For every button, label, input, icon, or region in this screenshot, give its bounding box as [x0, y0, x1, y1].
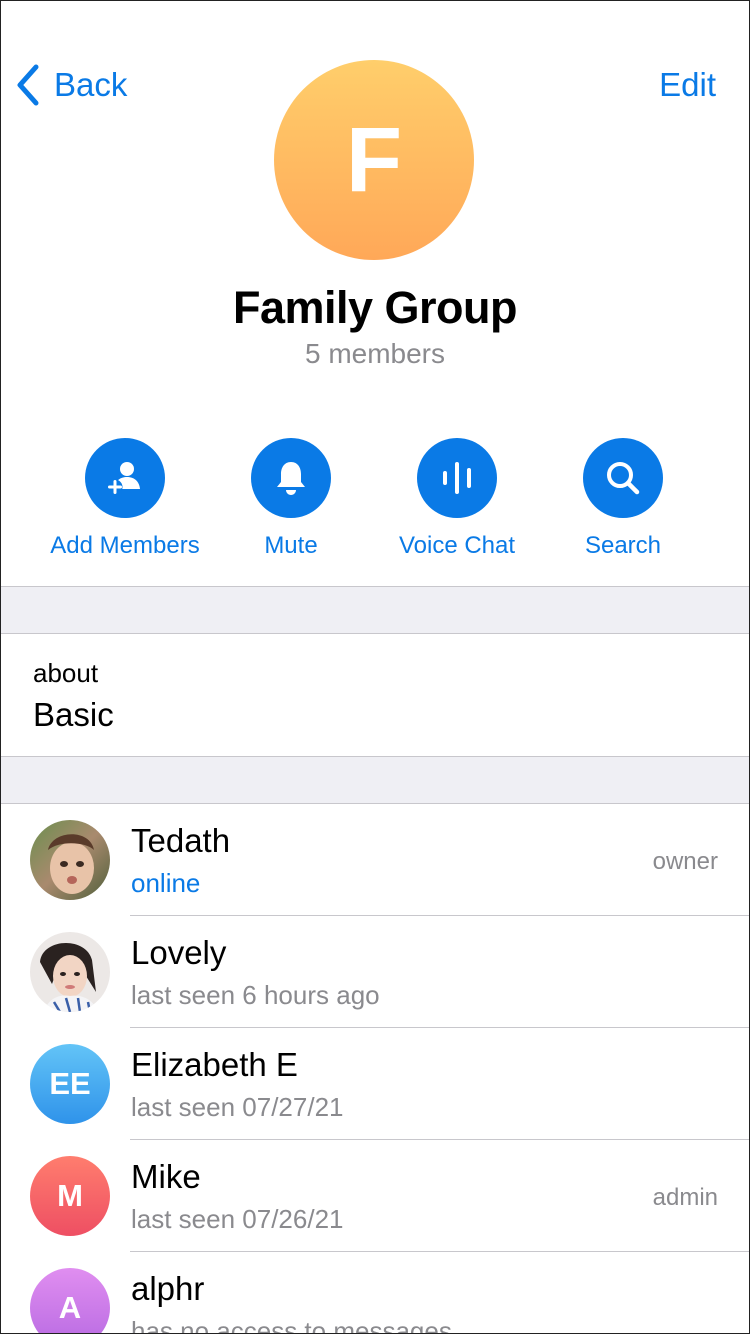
member-name: Elizabeth E — [131, 1046, 298, 1083]
add-members-circle — [85, 438, 165, 518]
about-value: Basic — [33, 696, 114, 733]
member-row-alphr[interactable]: A alphr has no access to messages — [0, 1252, 750, 1334]
member-name: Tedath — [131, 822, 231, 859]
group-title: Family Group — [232, 282, 518, 333]
member-role: owner — [652, 848, 718, 875]
edit-button[interactable]: Edit — [659, 62, 716, 108]
profile-photo — [30, 932, 110, 1012]
member-role: admin — [652, 1184, 718, 1211]
member-row-tedath[interactable]: Tedath online owner — [0, 804, 750, 916]
avatar — [30, 932, 110, 1012]
add-member-icon — [107, 462, 140, 495]
member-list: Tedath online owner Lovely last seen 6 h… — [0, 804, 750, 1334]
member-row-lovely[interactable]: Lovely last seen 6 hours ago — [0, 916, 750, 1028]
search-circle — [583, 438, 663, 518]
profile-photo — [30, 820, 110, 900]
member-name: Lovely — [131, 934, 227, 971]
avatar — [30, 820, 110, 900]
member-name: alphr — [131, 1270, 205, 1307]
avatar: M — [30, 1156, 110, 1236]
chevron-left-icon — [17, 64, 39, 106]
search-button[interactable]: Search — [523, 438, 723, 560]
back-button[interactable]: Back — [14, 62, 127, 108]
search-icon — [607, 462, 640, 495]
about-section[interactable]: about Basic — [0, 634, 750, 756]
avatar: EE — [30, 1044, 110, 1124]
bell-icon — [277, 462, 305, 495]
member-row-elizabeth[interactable]: EE Elizabeth E last seen 07/27/21 — [0, 1028, 750, 1140]
member-status: last seen 6 hours ago — [131, 980, 380, 1010]
member-name: Mike — [131, 1158, 201, 1195]
search-label: Search — [584, 532, 662, 559]
back-label: Back — [54, 66, 128, 103]
group-avatar[interactable]: F — [274, 60, 474, 260]
member-status: has no access to messages — [131, 1316, 452, 1334]
member-status: last seen 07/26/21 — [131, 1204, 344, 1234]
section-separator — [0, 756, 750, 804]
mute-label: Mute — [264, 532, 318, 559]
mute-circle — [251, 438, 331, 518]
avatar: A — [30, 1268, 110, 1334]
voice-chat-label: Voice Chat — [398, 532, 516, 559]
section-separator — [0, 586, 750, 634]
voice-chat-circle — [417, 438, 497, 518]
member-status: online — [131, 868, 201, 898]
member-count: 5 members — [304, 338, 446, 369]
action-bar: Add Members Mute Voice Chat Search — [0, 438, 750, 568]
member-row-mike[interactable]: M Mike last seen 07/26/21 admin — [0, 1140, 750, 1252]
about-key: about — [33, 658, 99, 688]
member-status: last seen 07/27/21 — [131, 1092, 344, 1122]
voice-wave-icon — [443, 462, 471, 494]
add-members-label: Add Members — [50, 532, 200, 559]
